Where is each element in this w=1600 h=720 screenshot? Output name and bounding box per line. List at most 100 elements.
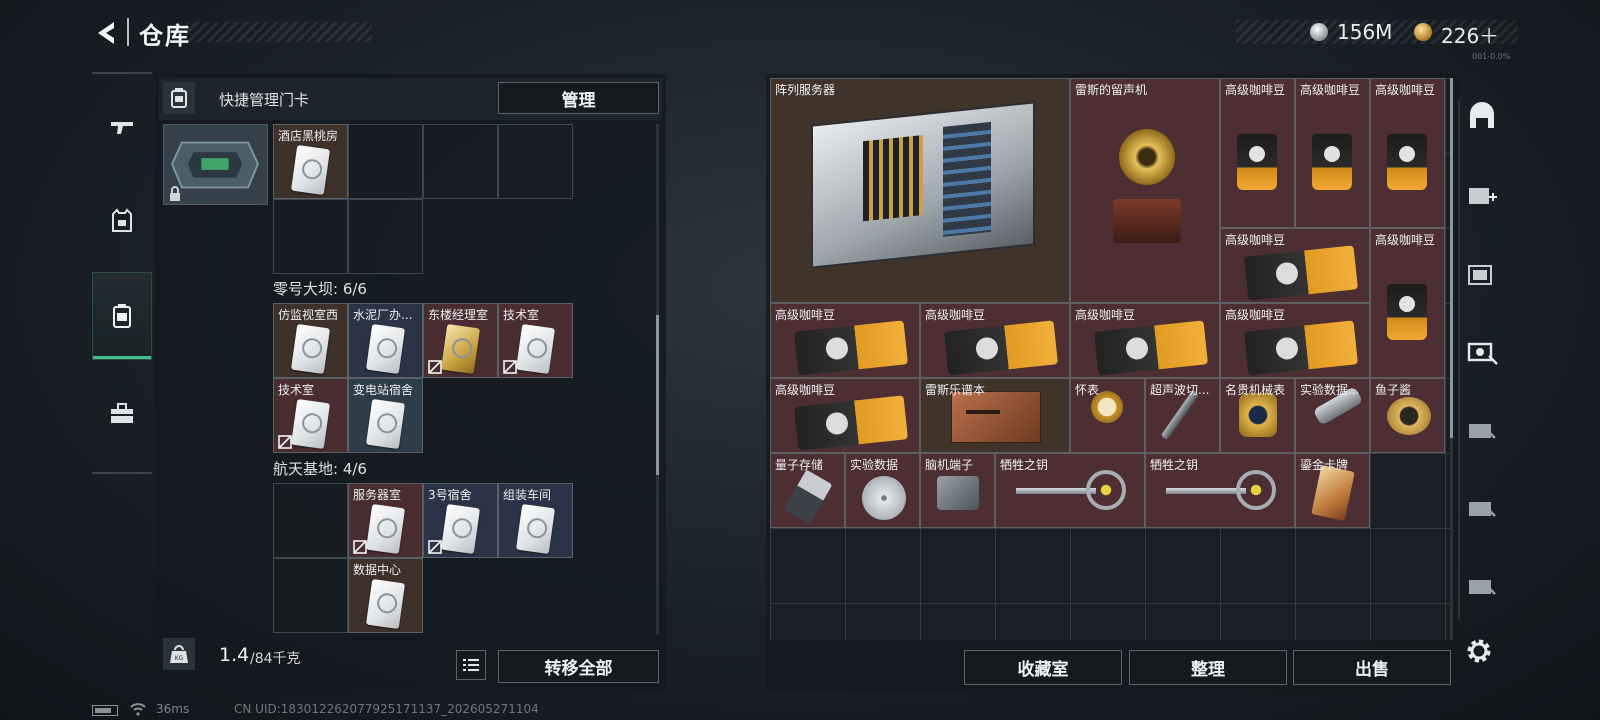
nav-keycards[interactable] bbox=[92, 272, 152, 360]
stash-item[interactable]: 鎏金卡牌 bbox=[1295, 453, 1370, 528]
svg-text:KG: KG bbox=[175, 655, 184, 662]
container-c-icon bbox=[1469, 580, 1496, 595]
empty-slot bbox=[423, 124, 498, 199]
kettlebell-weight-icon: KG bbox=[170, 645, 188, 663]
stash-item[interactable]: 高级咖啡豆 bbox=[1295, 78, 1370, 228]
no-entry-icon bbox=[428, 540, 442, 554]
keycard-art bbox=[365, 578, 406, 630]
keycard-slot[interactable]: 服务器室 bbox=[348, 483, 423, 558]
right-nav-camera-repair[interactable] bbox=[1458, 320, 1506, 382]
keycard-header-icon-box bbox=[163, 82, 195, 114]
gramophone-base bbox=[1113, 199, 1181, 243]
gold-coin-icon bbox=[1414, 23, 1432, 41]
stash-item[interactable]: 高级咖啡豆 bbox=[920, 303, 1070, 378]
gold-balance[interactable]: 226＋ bbox=[1441, 20, 1499, 49]
keycard-slot[interactable]: 东楼经理室 bbox=[423, 303, 498, 378]
stash-item[interactable]: 高级咖啡豆 bbox=[1370, 78, 1445, 228]
keycard-slot[interactable]: 技术室 bbox=[498, 303, 573, 378]
stash-item[interactable]: 鱼子酱 bbox=[1370, 378, 1445, 453]
settings-button[interactable] bbox=[1464, 636, 1498, 670]
right-nav-container-c[interactable] bbox=[1458, 554, 1506, 616]
nav-tools[interactable] bbox=[92, 368, 152, 458]
right-nav-shelter[interactable] bbox=[1458, 86, 1506, 148]
stash-item[interactable]: 雷斯乐谱本 bbox=[920, 378, 1070, 453]
keycard-slot[interactable]: 3号宿舍 bbox=[423, 483, 498, 558]
stash-item[interactable]: 阵列服务器 bbox=[770, 78, 1070, 303]
back-button[interactable] bbox=[92, 18, 122, 48]
stash-item[interactable]: 实验数据 bbox=[845, 453, 920, 528]
keycard-slot[interactable]: 技术室 bbox=[273, 378, 348, 453]
keycard-slot[interactable]: 酒店黑桃房 bbox=[273, 124, 348, 199]
keycard-slot[interactable]: 仿监视室西 bbox=[273, 303, 348, 378]
armor-vest-icon bbox=[112, 208, 132, 232]
data-disc-art bbox=[862, 476, 906, 520]
stash-item[interactable]: 高级咖啡豆 bbox=[1220, 303, 1370, 378]
keycard-label: 技术室 bbox=[503, 308, 540, 322]
stash-item[interactable]: 雷斯的留声机 bbox=[1070, 78, 1220, 303]
stash-item[interactable]: 脑机端子 bbox=[920, 453, 995, 528]
keycard-art bbox=[290, 323, 331, 375]
stash-item[interactable]: 名贵机械表 bbox=[1220, 378, 1295, 453]
empty-slot bbox=[348, 124, 423, 199]
stash-item[interactable]: 牺牲之钥 bbox=[1145, 453, 1295, 528]
sort-button[interactable]: 整理 bbox=[1129, 650, 1287, 685]
keycard-label: 组装车间 bbox=[503, 488, 552, 502]
right-nav-container-b[interactable] bbox=[1458, 476, 1506, 538]
stash-item-label: 阵列服务器 bbox=[775, 83, 836, 97]
key-bow bbox=[1236, 470, 1276, 510]
empty-slot bbox=[348, 199, 423, 274]
luxury-watch-art bbox=[1239, 393, 1277, 437]
stash-item[interactable]: 高级咖啡豆 bbox=[770, 378, 920, 453]
stash-item[interactable]: 高级咖啡豆 bbox=[1070, 303, 1220, 378]
keycard-slot[interactable]: 数据中心 bbox=[348, 558, 423, 633]
stash-item[interactable]: 量子存储 bbox=[770, 453, 845, 528]
sell-button[interactable]: 出售 bbox=[1293, 650, 1451, 685]
brain-interface-art bbox=[937, 476, 979, 510]
stash-item-label: 高级咖啡豆 bbox=[1225, 308, 1286, 322]
container-b-icon bbox=[1469, 502, 1496, 517]
right-nav-medkit-add[interactable] bbox=[1458, 164, 1506, 226]
list-view-button[interactable] bbox=[456, 650, 486, 680]
carry-weight-current: 1.4 bbox=[219, 644, 250, 666]
map-group-title: 零号大坝: 6/6 bbox=[273, 280, 367, 298]
weight-icon-box: KG bbox=[163, 638, 195, 670]
keycard-label: 酒店黑桃房 bbox=[278, 129, 339, 143]
coffee-bag-art bbox=[1387, 284, 1427, 340]
stash-item-label: 牺牲之钥 bbox=[1150, 458, 1199, 472]
nav-weapons[interactable] bbox=[92, 82, 152, 172]
wifi-icon bbox=[130, 703, 146, 716]
stash-item[interactable]: 高级咖啡豆 bbox=[1370, 228, 1445, 378]
empty-slot bbox=[498, 124, 573, 199]
stash-item-label: 脑机端子 bbox=[925, 458, 974, 472]
stash-item-label: 高级咖啡豆 bbox=[775, 383, 836, 397]
right-nav-container-a[interactable] bbox=[1458, 398, 1506, 460]
stash-scrollbar-thumb[interactable] bbox=[1450, 78, 1453, 438]
stash-item[interactable]: 高级咖啡豆 bbox=[1220, 78, 1295, 228]
stash-item-label: 量子存储 bbox=[775, 458, 824, 472]
keycard-slot[interactable]: 变电站宿舍 bbox=[348, 378, 423, 453]
gear-icon bbox=[1467, 639, 1491, 663]
no-entry-icon bbox=[428, 360, 442, 374]
stash-item[interactable]: 怀表 bbox=[1070, 378, 1145, 453]
coffee-bag-art bbox=[1237, 134, 1277, 190]
collection-room-button[interactable]: 收藏室 bbox=[964, 650, 1122, 685]
right-nav-ammo-crate[interactable] bbox=[1458, 244, 1506, 306]
stash-item[interactable]: 实验数据... bbox=[1295, 378, 1370, 453]
quantum-storage-art bbox=[783, 469, 833, 525]
transfer-all-button[interactable]: 转移全部 bbox=[498, 650, 659, 683]
keycard-slot[interactable]: 组装车间 bbox=[498, 483, 573, 558]
manage-button[interactable]: 管理 bbox=[498, 82, 659, 114]
stash-item[interactable]: 超声波切... bbox=[1145, 378, 1220, 453]
stash-item-label: 高级咖啡豆 bbox=[1225, 233, 1286, 247]
stash-item-label: 高级咖啡豆 bbox=[1375, 233, 1436, 247]
left-scrollbar-thumb[interactable] bbox=[656, 315, 659, 475]
stash-item[interactable]: 高级咖啡豆 bbox=[1220, 228, 1370, 303]
stash-item[interactable]: 高级咖啡豆 bbox=[770, 303, 920, 378]
stash-item-label: 雷斯乐谱本 bbox=[925, 383, 986, 397]
stash-item[interactable]: 牺牲之钥 bbox=[995, 453, 1145, 528]
title-stripe-decoration bbox=[186, 22, 372, 42]
silver-balance: 156M bbox=[1337, 20, 1393, 44]
stash-item-label: 高级咖啡豆 bbox=[1075, 308, 1136, 322]
nav-armor[interactable] bbox=[92, 176, 152, 266]
keycard-slot[interactable]: 水泥厂办... bbox=[348, 303, 423, 378]
